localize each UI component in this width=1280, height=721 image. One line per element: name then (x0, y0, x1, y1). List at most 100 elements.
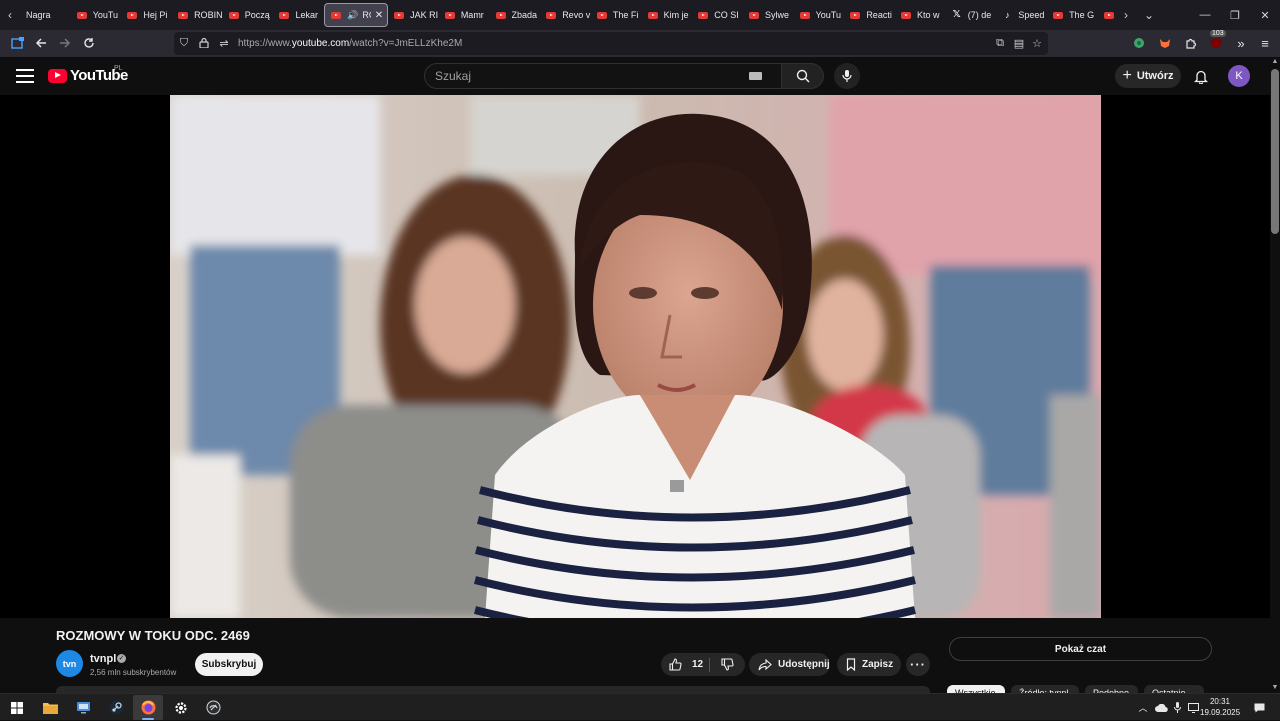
reload-icon[interactable] (77, 31, 101, 55)
youtube-favicon-icon (178, 11, 189, 19)
voice-search-button[interactable] (834, 63, 860, 89)
guide-menu-icon[interactable] (14, 66, 36, 86)
scroll-up-icon[interactable]: ▲ (1270, 57, 1280, 67)
browser-tab[interactable]: Kim je (642, 3, 693, 27)
show-chat-button[interactable]: Pokaż czat (949, 637, 1212, 661)
search-input[interactable] (425, 69, 745, 83)
browser-tab[interactable]: Nagra (20, 3, 71, 27)
microphone-tray-icon[interactable] (1169, 695, 1185, 720)
scrollbar-thumb[interactable] (1271, 69, 1279, 234)
youtube-logo[interactable]: YouTube PL (48, 65, 128, 84)
tab-close-icon[interactable]: ✕ (375, 10, 383, 21)
reader-view-icon[interactable]: ▤ (1009, 37, 1029, 50)
chatgpt-app-icon[interactable] (198, 695, 228, 720)
scroll-down-icon[interactable]: ▼ (1270, 683, 1280, 693)
extension-badge: 103 (1210, 30, 1226, 37)
share-button[interactable]: Udostępnij (749, 653, 830, 676)
lock-icon[interactable] (194, 37, 214, 51)
browser-tab[interactable]: The G (1047, 3, 1098, 27)
address-bar[interactable]: ⛉ ⇌ https://www.youtube.com/watch?v=JmEL… (174, 32, 1048, 55)
browser-tab[interactable]: ♪ Speed (996, 3, 1047, 27)
browser-tab[interactable]: The Fi (591, 3, 642, 27)
url-text[interactable]: https://www.youtube.com/watch?v=JmELLzKh… (238, 38, 462, 49)
browser-tab[interactable]: Kto w (895, 3, 946, 27)
search-button[interactable] (782, 63, 824, 89)
country-code: PL (114, 65, 123, 72)
youtube-favicon-icon (748, 11, 759, 19)
dislike-button[interactable] (710, 653, 745, 676)
youtube-favicon-icon (698, 11, 709, 19)
tab-title: Kim je (663, 10, 689, 20)
video-player[interactable] (0, 95, 1270, 618)
page-scrollbar[interactable]: ▲ ▼ (1270, 57, 1280, 693)
ublock-extension-icon[interactable]: 103 (1204, 30, 1228, 55)
network-display-icon[interactable] (1185, 695, 1201, 720)
more-actions-button[interactable]: ··· (906, 653, 930, 676)
shield-extension-icon[interactable] (1127, 31, 1151, 55)
tab-scroll-left-icon[interactable]: ‹ (0, 0, 20, 30)
youtube-favicon-icon (901, 11, 911, 19)
browser-tab[interactable]: Reacti (844, 3, 895, 27)
hamburger-menu-icon[interactable]: ≡ (1253, 31, 1277, 55)
back-icon[interactable] (29, 31, 53, 55)
browser-tab[interactable] (1098, 3, 1116, 27)
browser-tab[interactable]: 𝕏 (7) de (946, 3, 997, 27)
minimize-icon[interactable]: — (1190, 0, 1220, 30)
video-frame[interactable] (170, 95, 1101, 618)
channel-name[interactable]: tvnpl (90, 653, 116, 665)
steam-icon[interactable] (101, 695, 131, 720)
browser-tab[interactable]: Zbada (490, 3, 541, 27)
tracking-shield-icon[interactable]: ⛉ (174, 37, 194, 50)
browser-tab[interactable]: YouTu (71, 3, 122, 27)
remote-desktop-icon[interactable] (68, 695, 98, 720)
close-window-icon[interactable]: ✕ (1250, 0, 1280, 30)
youtube-favicon-icon (331, 11, 342, 19)
sidebar-toggle-icon[interactable] (5, 31, 29, 55)
channel-avatar[interactable]: tvn (56, 650, 83, 677)
notifications-bell-icon[interactable] (1190, 65, 1212, 87)
overflow-menu-icon[interactable]: » (1229, 31, 1253, 55)
search-box[interactable] (424, 63, 782, 89)
firefox-icon[interactable] (133, 695, 163, 720)
tab-title: Lekar (295, 10, 318, 20)
restore-icon[interactable]: ❐ (1220, 0, 1250, 30)
browser-tab[interactable]: JAK RI (388, 3, 439, 27)
browser-tab[interactable]: Mamr (439, 3, 490, 27)
browser-tab[interactable]: Hej Pi (121, 3, 172, 27)
browser-nav-bar: ⛉ ⇌ https://www.youtube.com/watch?v=JmEL… (0, 30, 1280, 57)
browser-tab[interactable]: YouTu (794, 3, 845, 27)
forward-icon[interactable] (53, 31, 77, 55)
browser-tab[interactable]: Lekar (273, 3, 324, 27)
permissions-icon[interactable]: ⇌ (214, 37, 234, 50)
fox-extension-icon[interactable] (1153, 31, 1177, 55)
account-avatar[interactable]: K (1228, 65, 1250, 87)
tab-audio-icon[interactable]: 🔊 (347, 10, 358, 21)
extensions-puzzle-icon[interactable] (1179, 31, 1203, 55)
start-windows-icon[interactable] (2, 695, 32, 720)
onedrive-cloud-icon[interactable] (1153, 695, 1169, 720)
tray-chevron-icon[interactable]: ︿ (1135, 695, 1151, 720)
create-button[interactable]: + Utwórz (1115, 64, 1181, 88)
picture-in-picture-icon[interactable]: ⧉ (990, 37, 1010, 50)
browser-tab[interactable]: Sylwe (743, 3, 794, 27)
tab-title: Mamr (460, 10, 484, 20)
save-button[interactable]: Zapisz (837, 653, 901, 676)
notification-center-icon[interactable] (1250, 695, 1268, 720)
keyboard-icon[interactable] (749, 72, 762, 80)
browser-tab[interactable]: Począ (223, 3, 274, 27)
plus-icon: + (1122, 67, 1132, 84)
tab-list-dropdown-icon[interactable]: ⌄ (1139, 0, 1159, 30)
youtube-favicon-icon (596, 11, 607, 19)
like-button[interactable]: 12 (661, 653, 709, 676)
file-explorer-icon[interactable] (35, 695, 65, 720)
browser-tab-active[interactable]: 🔊 RO ✕ (324, 3, 389, 27)
taskbar-clock[interactable]: 20:31 19.09.2025 (1200, 696, 1240, 718)
subscribe-button[interactable]: Subskrybuj (195, 653, 263, 676)
browser-tab[interactable]: Revo v (540, 3, 591, 27)
youtube-favicon-icon (1053, 11, 1064, 19)
browser-tab[interactable]: CO SI (692, 3, 743, 27)
browser-tab[interactable]: ROBIN (172, 3, 223, 27)
bookmark-star-icon[interactable]: ☆ (1027, 37, 1047, 50)
tab-scroll-right-icon[interactable]: › (1116, 0, 1136, 30)
settings-gear-icon[interactable] (166, 695, 196, 720)
